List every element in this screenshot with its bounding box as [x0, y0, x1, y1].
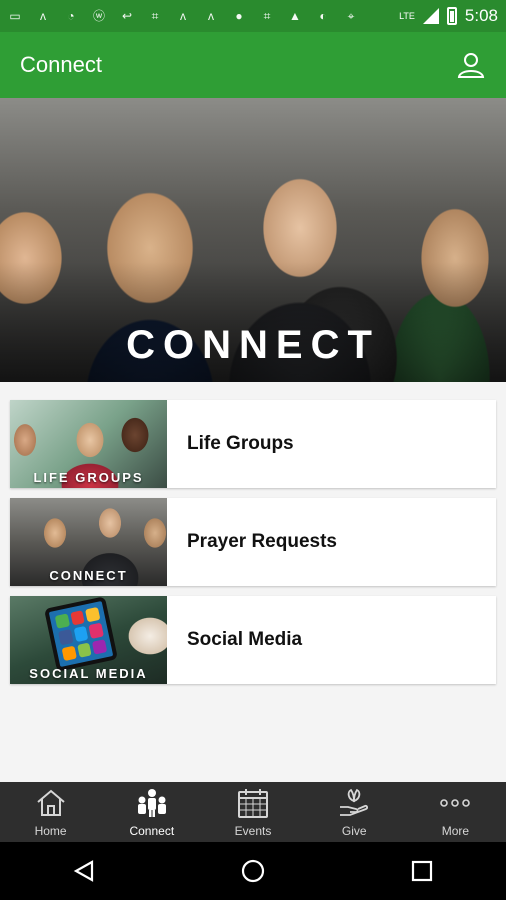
app-bar: Connect: [0, 32, 506, 98]
home-system-button[interactable]: [233, 851, 273, 891]
list-item-label: Life Groups: [187, 433, 294, 454]
list-item-prayer-requests[interactable]: CONNECT Prayer Requests: [10, 498, 496, 586]
signal-a-icon: ʌ: [40, 9, 46, 23]
nav-label: Home: [34, 824, 67, 838]
list-item-label: Prayer Requests: [187, 531, 337, 552]
home-circle-icon: [241, 859, 265, 883]
network-label: LTE: [399, 11, 415, 21]
hash-icon: ⌗: [151, 9, 159, 23]
prayer-requests-thumbnail: CONNECT: [10, 498, 167, 586]
hero-title: CONNECT: [126, 323, 380, 367]
circle-icon: ●: [235, 9, 243, 23]
user-icon: [457, 53, 485, 78]
list-item-life-groups[interactable]: LIFE GROUPS Life Groups: [10, 400, 496, 488]
nav-label: Give: [341, 824, 367, 838]
hero-banner: CONNECT: [0, 98, 506, 382]
bottom-navigation: Home Connect Events Give More: [0, 782, 506, 842]
recents-button[interactable]: [402, 851, 442, 891]
thumb-caption: LIFE GROUPS: [33, 470, 144, 485]
chat-icon: ▭: [9, 9, 21, 23]
nav-label: More: [441, 824, 470, 838]
nav-more[interactable]: More: [405, 782, 506, 842]
social-media-thumbnail: SOCIAL MEDIA: [10, 596, 167, 684]
notification-icons: ▭ ʌ ◔ ⓦ ↩ ⌗ ʌ ʌ ● ⌗ ▲ ◐ ⌖: [8, 9, 358, 23]
wordpress-icon: ⓦ: [92, 9, 105, 23]
give-icon: [337, 786, 371, 820]
profile-button[interactable]: [456, 50, 486, 80]
calendar-icon: [236, 786, 270, 820]
signal-icon: [422, 8, 439, 24]
warning-icon: ▲: [289, 9, 301, 23]
clock: 5:08: [464, 6, 498, 25]
battery-icon: [446, 7, 457, 25]
back-button[interactable]: [64, 851, 104, 891]
home-icon: [34, 786, 68, 820]
nav-give[interactable]: Give: [304, 782, 405, 842]
signal-a-icon: ʌ: [208, 9, 214, 23]
list-item-social-media[interactable]: SOCIAL MEDIA Social Media: [10, 596, 496, 684]
system-navigation-bar: [0, 842, 506, 900]
location-icon: ⌖: [347, 9, 355, 23]
hash-icon: ⌗: [263, 9, 271, 23]
nav-connect[interactable]: Connect: [101, 782, 202, 842]
sync-icon: ◔: [67, 9, 75, 23]
nav-home[interactable]: Home: [0, 782, 101, 842]
arrow-icon: ↩: [121, 9, 133, 23]
connect-list: LIFE GROUPS Life Groups CONNECT Prayer R…: [10, 400, 496, 694]
phone-image: [44, 596, 118, 672]
back-icon: [74, 860, 94, 882]
thumb-caption: CONNECT: [49, 568, 128, 583]
nav-events[interactable]: Events: [202, 782, 303, 842]
more-icon: [438, 786, 472, 820]
page-title: Connect: [20, 52, 102, 77]
people-icon: [135, 786, 169, 820]
chat-icon: ◐: [319, 9, 327, 23]
recents-icon: [411, 860, 432, 882]
list-item-label: Social Media: [187, 629, 303, 650]
life-groups-thumbnail: LIFE GROUPS: [10, 400, 167, 488]
signal-a-icon: ʌ: [180, 9, 186, 23]
thumb-caption: SOCIAL MEDIA: [29, 666, 148, 681]
status-right: LTE 5:08: [399, 6, 498, 26]
nav-label: Connect: [129, 824, 175, 838]
nav-label: Events: [234, 824, 272, 838]
status-bar: ▭ ʌ ◔ ⓦ ↩ ⌗ ʌ ʌ ● ⌗ ▲ ◐ ⌖ LTE 5:08: [0, 0, 506, 32]
